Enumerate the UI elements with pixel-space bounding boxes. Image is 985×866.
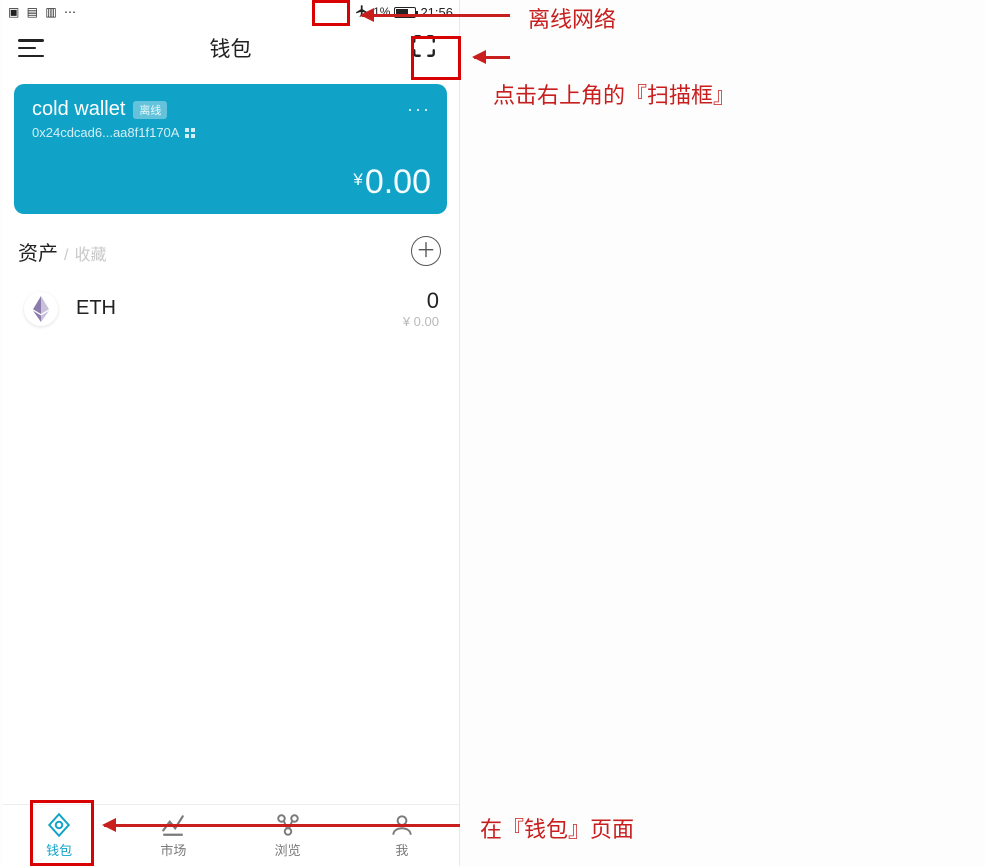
annotation-arrow-airplane xyxy=(362,14,510,17)
tab-browse-label: 浏览 xyxy=(275,840,301,859)
annotation-arrow-scan xyxy=(474,56,510,59)
status-bar: ▣ ▤ ▥ ⋯ 1% 21:56 xyxy=(2,0,459,24)
wallet-status-tag: 离线 xyxy=(133,101,167,119)
wallet-balance: ¥0.00 xyxy=(32,163,431,202)
tab-me[interactable]: 我 xyxy=(345,805,459,866)
wallet-name-row: cold wallet 离线 xyxy=(32,98,167,121)
scan-icon xyxy=(411,33,437,59)
balance-amount: 0.00 xyxy=(365,163,431,201)
tab-market[interactable]: 市场 xyxy=(116,805,230,866)
nav-header: 钱包 xyxy=(2,24,459,72)
qr-icon xyxy=(185,128,195,138)
menu-icon[interactable] xyxy=(18,39,44,57)
annotation-arrow-wallet xyxy=(104,824,460,827)
plus-icon: ＋ xyxy=(416,241,436,261)
wallet-name: cold wallet xyxy=(32,98,125,121)
wallet-address-row[interactable]: 0x24cdcad6...aa8f1f170A xyxy=(32,125,431,140)
tab-browse[interactable]: 浏览 xyxy=(231,805,345,866)
wallet-tab-icon xyxy=(46,812,72,838)
tab-favorites[interactable]: 收藏 xyxy=(74,241,106,265)
asset-amount: 0 xyxy=(403,288,439,314)
currency-symbol: ¥ xyxy=(353,170,362,189)
tab-me-label: 我 xyxy=(395,840,408,859)
wallet-card[interactable]: cold wallet 离线 ··· 0x24cdcad6...aa8f1f17… xyxy=(14,84,447,214)
asset-fiat: ¥ 0.00 xyxy=(403,314,439,329)
tab-bar: 钱包 市场 浏览 我 xyxy=(2,804,459,866)
status-glyphs: ▣ ▤ ▥ ⋯ xyxy=(8,5,78,19)
scan-button[interactable] xyxy=(411,33,443,64)
phone-frame: ▣ ▤ ▥ ⋯ 1% 21:56 钱包 cold wallet xyxy=(2,0,460,866)
status-left-icons: ▣ ▤ ▥ ⋯ xyxy=(8,5,78,19)
eth-icon xyxy=(24,292,58,326)
annotation-text-wallet: 在『钱包』页面 xyxy=(480,812,634,844)
wallet-address: 0x24cdcad6...aa8f1f170A xyxy=(32,125,179,140)
asset-row[interactable]: ETH 0 ¥ 0.00 xyxy=(2,272,459,341)
battery-percent: 1% xyxy=(373,5,390,19)
tab-separator: / xyxy=(64,247,68,265)
tab-wallet[interactable]: 钱包 xyxy=(2,805,116,866)
tab-market-label: 市场 xyxy=(160,840,186,859)
tab-wallet-label: 钱包 xyxy=(46,840,72,859)
asset-symbol: ETH xyxy=(76,297,116,320)
tab-assets[interactable]: 资产 xyxy=(18,237,58,266)
assets-tabs: 资产 / 收藏 xyxy=(18,237,106,266)
annotation-text-scan: 点击右上角的『扫描框』 xyxy=(493,78,735,110)
page-title: 钱包 xyxy=(210,33,252,63)
content-spacer xyxy=(2,341,459,804)
add-asset-button[interactable]: ＋ xyxy=(411,236,441,266)
status-clock: 21:56 xyxy=(420,5,453,20)
annotation-text-offline: 离线网络 xyxy=(528,2,616,34)
assets-header: 资产 / 收藏 ＋ xyxy=(2,214,459,272)
wallet-more-icon[interactable]: ··· xyxy=(407,99,431,120)
